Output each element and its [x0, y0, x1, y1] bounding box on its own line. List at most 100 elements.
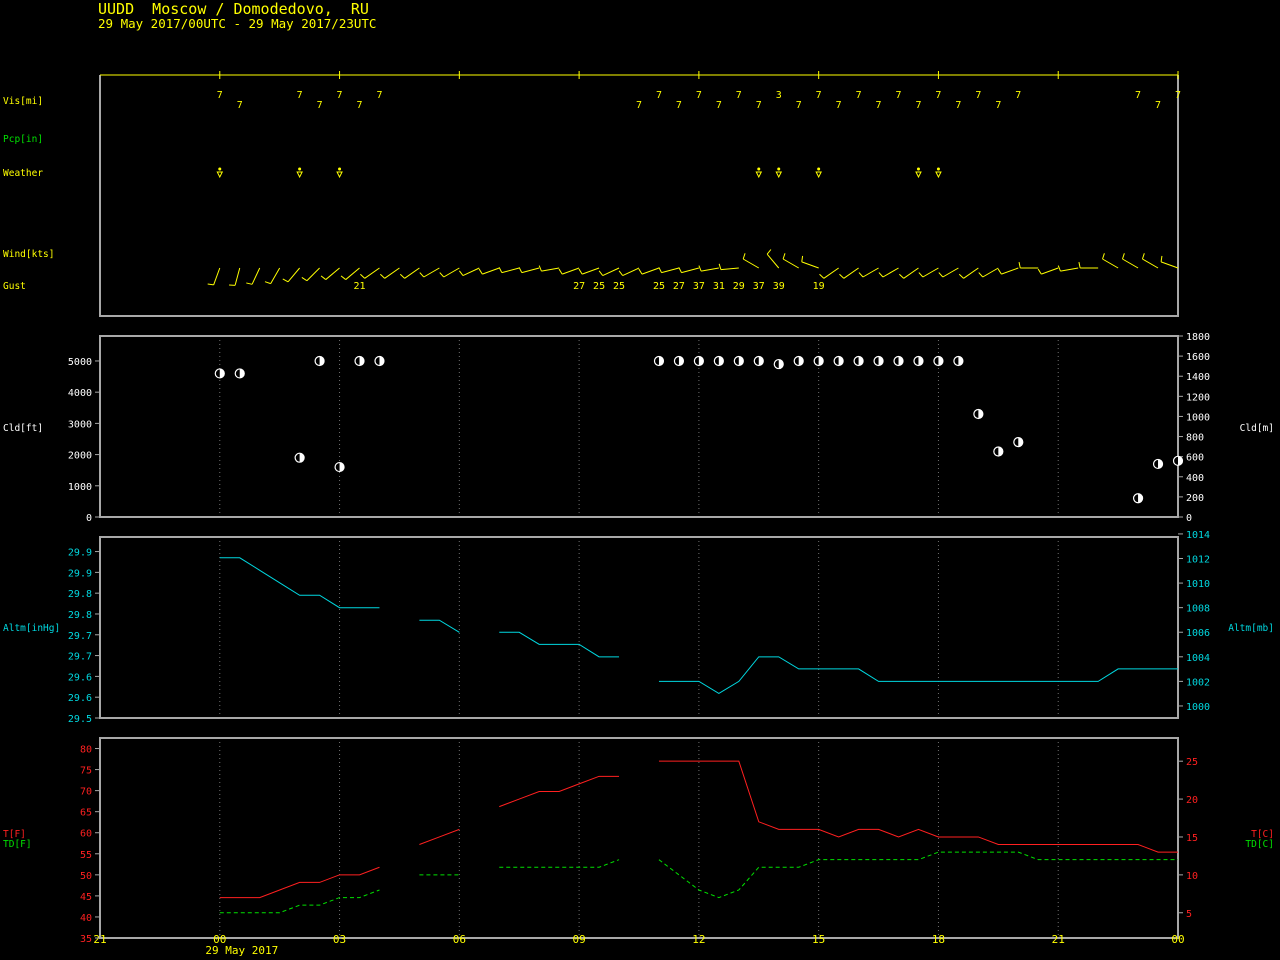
dewpoint-ylabel: TD[F]	[3, 839, 32, 850]
temp-f-tick-label: 65	[80, 808, 92, 819]
cld-m-tick-label: 1600	[1186, 352, 1210, 363]
cloud-cover-symbol	[733, 355, 744, 367]
cld-m-tick-label: 200	[1186, 493, 1204, 504]
alt-inhg-tick-label: 29.6	[68, 693, 92, 704]
gust-value: 25	[613, 281, 625, 292]
cld-ft-tick-label: 2000	[68, 451, 92, 462]
gust-value: 19	[813, 281, 825, 292]
station-title: UUDD Moscow / Domodedovo, RU	[98, 0, 369, 18]
cloud-cover-symbol	[354, 355, 365, 367]
cld-ft-tick-label: 4000	[68, 388, 92, 399]
vis-value: 7	[337, 90, 343, 101]
gust-value: 27	[573, 281, 585, 292]
gust-value: 39	[773, 281, 785, 292]
cloud-cover-symbol	[933, 355, 944, 367]
cloud-cover-symbol	[913, 355, 924, 367]
gust-value: 21	[353, 281, 365, 292]
cloud-cover-symbol	[853, 355, 864, 367]
alt-inhg-tick-label: 29.7	[68, 631, 92, 642]
gust-value: 37	[693, 281, 705, 292]
vis-value: 7	[816, 90, 822, 101]
vis-value: 7	[736, 90, 742, 101]
date-label: 29 May 2017	[205, 944, 278, 957]
cld-m-tick-label: 0	[1186, 513, 1192, 524]
row-label-gust: Gust	[3, 281, 26, 292]
alt-mb-tick-label: 1000	[1186, 702, 1210, 713]
vis-value: 3	[776, 90, 782, 101]
cld-ylabel-right: Cld[m]	[1240, 423, 1274, 434]
alt-mb-tick-label: 1010	[1186, 579, 1210, 590]
weather-dot	[218, 167, 222, 171]
time-tick-label: 03	[333, 933, 346, 946]
time-tick-label: 15	[812, 933, 825, 946]
weather-dot	[777, 167, 781, 171]
temp-c-tick-label: 15	[1186, 833, 1198, 844]
vis-value: 7	[656, 90, 662, 101]
cloud-cover-symbol	[693, 355, 704, 367]
cloud-cover-symbol	[1013, 437, 1024, 448]
alt-inhg-tick-label: 29.8	[68, 610, 92, 621]
temp-c-tick-label: 25	[1186, 757, 1198, 768]
vis-value: 7	[796, 100, 802, 111]
row-label-wind: Wind[kts]	[3, 249, 54, 260]
alt-inhg-tick-label: 29.5	[68, 714, 92, 725]
cld-m-tick-label: 1000	[1186, 412, 1210, 423]
cloud-cover-symbol	[833, 355, 844, 367]
time-tick-label: 21	[93, 933, 106, 946]
vis-value: 7	[1015, 90, 1021, 101]
cld-m-tick-label: 1200	[1186, 392, 1210, 403]
vis-value: 7	[357, 100, 363, 111]
cloud-cover-symbol	[1172, 455, 1184, 466]
weather-dot	[338, 167, 342, 171]
alt-inhg-tick-label: 29.8	[68, 589, 92, 600]
alt-inhg-tick-label: 29.9	[68, 568, 92, 579]
alt-inhg-tick-label: 29.9	[68, 548, 92, 559]
background	[0, 0, 1280, 960]
weather-dot	[916, 167, 920, 171]
cloud-cover-symbol	[973, 408, 984, 420]
temp-f-tick-label: 55	[80, 850, 92, 861]
temp-f-tick-label: 80	[80, 745, 92, 756]
cld-ylabel: Cld[ft]	[3, 423, 43, 434]
temp-f-tick-label: 60	[80, 829, 92, 840]
row-label-vis: Vis[mi]	[3, 96, 43, 107]
dewpoint-ylabel-right: TD[C]	[1245, 839, 1274, 850]
vis-value: 7	[955, 100, 961, 111]
vis-value: 7	[696, 90, 702, 101]
temp-f-tick-label: 70	[80, 787, 92, 798]
time-tick-label: 00	[1171, 933, 1184, 946]
vis-value: 7	[915, 100, 921, 111]
cld-ft-tick-label: 5000	[68, 357, 92, 368]
temp-f-tick-label: 35	[80, 934, 92, 945]
vis-value: 7	[756, 100, 762, 111]
vis-value: 7	[856, 90, 862, 101]
weather-dot	[298, 167, 302, 171]
vis-value: 7	[876, 100, 882, 111]
cld-m-tick-label: 800	[1186, 433, 1204, 444]
alt-mb-tick-label: 1004	[1186, 653, 1210, 664]
gust-value: 29	[733, 281, 745, 292]
gust-value: 31	[713, 281, 725, 292]
cloud-cover-symbol	[993, 446, 1004, 457]
temp-c-tick-label: 5	[1186, 909, 1192, 920]
vis-value: 7	[935, 90, 941, 101]
temp-f-tick-label: 75	[80, 766, 92, 777]
vis-value: 7	[676, 100, 682, 111]
vis-value: 7	[1175, 90, 1181, 101]
temp-f-tick-label: 40	[80, 913, 92, 924]
cld-ft-tick-label: 0	[86, 513, 92, 524]
cloud-cover-symbol	[653, 355, 665, 367]
gust-value: 27	[673, 281, 685, 292]
vis-value: 7	[896, 90, 902, 101]
time-range: 29 May 2017/00UTC - 29 May 2017/23UTC	[98, 16, 377, 31]
alt-ylabel-right: Altm[mb]	[1228, 623, 1274, 634]
alt-mb-tick-label: 1006	[1186, 628, 1210, 639]
weather-dot	[936, 167, 940, 171]
cld-m-tick-label: 1800	[1186, 332, 1210, 343]
weather-dot	[817, 167, 821, 171]
cld-m-tick-label: 400	[1186, 473, 1204, 484]
time-tick-label: 09	[572, 933, 585, 946]
gust-value: 37	[753, 281, 765, 292]
row-label-weather: Weather	[3, 168, 43, 179]
vis-value: 7	[975, 90, 981, 101]
